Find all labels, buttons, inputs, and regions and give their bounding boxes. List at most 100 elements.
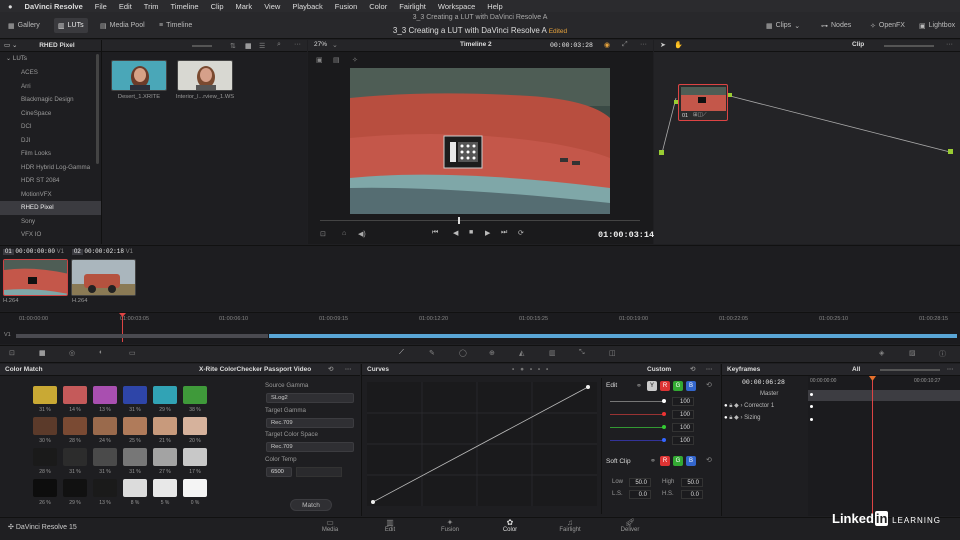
menu-mark[interactable]: Mark — [236, 2, 253, 11]
search-icon[interactable]: ⌕ — [277, 41, 281, 49]
reset-icon[interactable]: ⟲ — [328, 364, 333, 376]
grid-view-icon[interactable]: ▦ — [245, 42, 252, 50]
window-icon[interactable]: ◯ — [459, 349, 467, 357]
play-reverse-icon[interactable]: ◀ — [453, 229, 458, 237]
master-track[interactable] — [808, 390, 960, 401]
sizing-icon[interactable]: ⤡ — [579, 349, 585, 357]
nodes-button[interactable]: ⊶ Nodes — [817, 18, 855, 33]
low-value[interactable]: 50.0 — [629, 478, 651, 487]
menu-color[interactable]: Color — [369, 2, 387, 11]
lut-item[interactable]: CineSpace — [0, 107, 101, 121]
color-swatch[interactable] — [123, 479, 147, 497]
color-swatch[interactable] — [93, 417, 117, 435]
lut-thumb-desert[interactable] — [111, 60, 167, 91]
menu-workspace[interactable]: Workspace — [438, 2, 475, 11]
qualifier-icon[interactable]: ✎ — [429, 349, 435, 357]
gallery-button[interactable]: ▦ Gallery — [4, 18, 44, 33]
keyframes-palette-icon[interactable]: ◈ — [879, 349, 884, 357]
softclip-b-button[interactable]: B — [686, 456, 696, 466]
color-swatch[interactable] — [153, 417, 177, 435]
intensity-b-value[interactable]: 100 — [672, 436, 694, 445]
nav-edit[interactable]: ▥ Edit — [360, 518, 420, 533]
curve-mode-dots[interactable]: • ● • • • — [512, 364, 550, 376]
color-swatch[interactable] — [183, 448, 207, 466]
info-icon[interactable]: ⓘ — [939, 349, 946, 359]
scrub-bar[interactable] — [320, 220, 640, 221]
track-clip-1[interactable] — [16, 334, 268, 338]
loop-icon[interactable]: ⟳ — [518, 229, 524, 237]
play-icon[interactable]: ▶ — [485, 229, 490, 237]
lock-icon[interactable]: 🔒︎ — [729, 415, 732, 421]
color-swatch[interactable] — [63, 448, 87, 466]
fullscreen-icon[interactable]: ⤢ — [622, 41, 628, 49]
skip-start-icon[interactable]: ⏮ — [432, 229, 438, 237]
list-view-icon[interactable]: ☰ — [259, 42, 265, 50]
color-swatch[interactable] — [123, 448, 147, 466]
lut-item[interactable]: Sony — [0, 215, 101, 229]
color-swatch[interactable] — [153, 448, 177, 466]
color-swatch[interactable] — [93, 479, 117, 497]
scopes-icon[interactable]: ▨ — [909, 349, 916, 357]
split-view-icon[interactable]: ▤ — [333, 56, 340, 64]
pointer-icon[interactable]: ➤ — [660, 41, 666, 49]
keyframe-dot[interactable] — [810, 393, 813, 396]
keyframe-filter-select[interactable]: All — [852, 364, 860, 376]
intensity-slider-r[interactable] — [610, 414, 664, 415]
color-swatch[interactable] — [33, 417, 57, 435]
menu-playback[interactable]: Playback — [292, 2, 322, 11]
match-button[interactable]: Match — [290, 499, 332, 511]
slider-knob[interactable] — [662, 412, 666, 416]
color-swatch[interactable] — [33, 386, 57, 404]
node-zoom-slider[interactable] — [884, 45, 934, 47]
intensity-r-value[interactable]: 100 — [672, 410, 694, 419]
intensity-g-value[interactable]: 100 — [672, 423, 694, 432]
chart-select[interactable]: X-Rite ColorChecker Passport Video — [199, 364, 311, 376]
channel-r-button[interactable]: R — [660, 381, 670, 391]
nav-fusion[interactable]: ✦ Fusion — [420, 518, 480, 533]
nav-deliver[interactable]: 🚀︎ Deliver — [600, 518, 660, 533]
node-output[interactable] — [728, 93, 732, 97]
slider-knob[interactable] — [662, 425, 666, 429]
timeline-select[interactable]: Timeline 2 — [460, 41, 492, 48]
volume-icon[interactable]: ◀) — [358, 230, 366, 238]
lut-thumb-interior[interactable] — [177, 60, 233, 91]
key-icon[interactable]: ▥ — [549, 349, 556, 357]
intensity-slider-g[interactable] — [610, 427, 664, 428]
color-temp-input[interactable]: 6500 — [266, 467, 292, 477]
kf-row-master[interactable]: Master — [724, 388, 806, 400]
motion-effects-icon[interactable]: ▭ — [129, 349, 136, 357]
clips-button[interactable]: ▦ Clips ⌄ — [762, 18, 804, 33]
keyframe-zoom-slider[interactable] — [880, 369, 940, 371]
lut-item[interactable]: Film Looks — [0, 147, 101, 161]
clip-thumb-1[interactable] — [3, 259, 68, 296]
sidebar-toggle-icon[interactable]: ▭ ⌄ — [4, 42, 17, 49]
rgb-mixer-icon[interactable]: ◐ — [99, 349, 103, 356]
blur-icon[interactable]: ◭ — [519, 349, 524, 357]
nav-media[interactable]: ▭ Media — [300, 518, 360, 533]
softclip-r-button[interactable]: R — [660, 456, 670, 466]
channel-b-button[interactable]: B — [686, 381, 696, 391]
kf-row-sizing[interactable]: ● 🔒︎ ◆ › Sizing — [724, 412, 806, 424]
openfx-button[interactable]: ✧ OpenFX — [866, 18, 909, 33]
viewer-mode-icon[interactable]: ▣ — [316, 56, 323, 64]
apple-icon[interactable]: ● — [8, 2, 13, 11]
menu-fusion[interactable]: Fusion — [335, 2, 358, 11]
nav-fairlight[interactable]: ♫ Fairlight — [540, 518, 600, 533]
more-icon[interactable]: ··· — [294, 41, 301, 48]
menu-view[interactable]: View — [264, 2, 280, 11]
white-level-input[interactable] — [296, 467, 342, 477]
slider-knob[interactable] — [662, 438, 666, 442]
softclip-g-button[interactable]: G — [673, 456, 683, 466]
menu-trim[interactable]: Trim — [144, 2, 159, 11]
reset-icon[interactable]: ⟲ — [690, 364, 695, 376]
scrub-playhead[interactable] — [458, 217, 460, 224]
lut-item[interactable]: VFX IO — [0, 228, 101, 242]
more-icon[interactable]: ··· — [706, 364, 713, 376]
highlight-icon[interactable]: ◉ — [604, 41, 610, 49]
reset-icon[interactable]: ⟲ — [706, 381, 712, 389]
menu-file[interactable]: File — [95, 2, 107, 11]
ls-value[interactable]: 0.0 — [629, 490, 651, 499]
nav-color[interactable]: ✿ Color — [480, 518, 540, 533]
source-gamma-select[interactable]: SLog2 — [266, 393, 354, 403]
color-swatch[interactable] — [153, 386, 177, 404]
